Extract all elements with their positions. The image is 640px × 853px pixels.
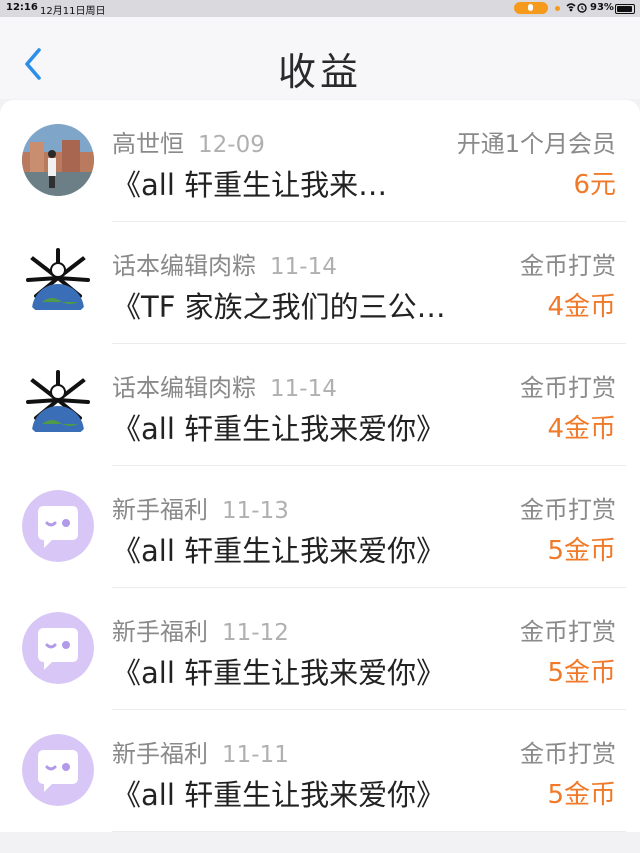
record-date: 11-13 [222,498,289,524]
book-title[interactable]: 《TF 家族之我们的三公… [112,284,472,326]
status-time: 12:16 [6,2,38,13]
sender-name: 话本编辑肉粽 [112,374,256,402]
battery-icon [615,4,635,14]
recording-dot-icon [555,6,560,11]
book-title[interactable]: 《all 轩重生让我来爱你》 [112,772,472,814]
earning-type: 金币打赏 [520,740,616,768]
sender-line: 新手福利 11-12 [112,612,289,647]
record-date: 11-14 [270,254,337,280]
earning-amount: 4金币 [547,414,616,444]
navigation-bar: 收益 [0,17,640,99]
mic-icon [514,2,548,14]
earning-type: 金币打赏 [520,252,616,280]
earning-amount: 6元 [573,170,616,200]
photo-avatar[interactable] [22,124,94,196]
record-date: 11-11 [222,742,289,768]
sender-line: 新手福利 11-11 [112,734,289,769]
record-date: 11-12 [222,620,289,646]
earning-type: 金币打赏 [520,374,616,402]
book-title[interactable]: 《all 轩重生让我来… [112,162,472,204]
earnings-row[interactable]: 高世恒 12-09 开通1个月会员《all 轩重生让我来… 6元 [0,100,640,222]
chat-bubble-avatar[interactable] [22,612,94,684]
bottom-spacer [0,832,640,853]
page-title: 收益 [277,50,362,94]
sender-line: 新手福利 11-13 [112,490,289,525]
book-title[interactable]: 《all 轩重生让我来爱你》 [112,406,472,448]
earning-type: 金币打赏 [520,618,616,646]
earnings-row[interactable]: 话本编辑肉粽 11-14 金币打赏《TF 家族之我们的三公… 4金币 [0,222,640,344]
earnings-row[interactable]: 新手福利 11-11 金币打赏《all 轩重生让我来爱你》 5金币 [0,710,640,832]
sender-name: 新手福利 [112,496,208,524]
sender-name: 话本编辑肉粽 [112,252,256,280]
earnings-list: 高世恒 12-09 开通1个月会员《all 轩重生让我来… 6元话本编辑肉粽 11-14… [0,100,640,832]
earnings-row[interactable]: 新手福利 11-13 金币打赏《all 轩重生让我来爱你》 5金币 [0,466,640,588]
chat-bubble-avatar[interactable] [22,490,94,562]
record-date: 11-14 [270,376,337,402]
record-date: 12-09 [198,132,265,158]
sender-line: 高世恒 12-09 [112,124,265,159]
wifi-icon [565,1,587,18]
battery-percent: 93% [590,2,614,13]
book-title[interactable]: 《all 轩重生让我来爱你》 [112,650,472,692]
status-bar: 12:16 12月11日周日 93% [0,0,640,17]
earning-amount: 4金币 [547,292,616,322]
book-title[interactable]: 《all 轩重生让我来爱你》 [112,528,472,570]
earth-avatar[interactable] [22,368,94,440]
earth-avatar[interactable] [22,246,94,318]
sender-name: 高世恒 [112,130,184,158]
battery-level [617,6,632,12]
chat-bubble-avatar[interactable] [22,734,94,806]
earning-amount: 5金币 [547,658,616,688]
earning-type: 开通1个月会员 [456,130,616,158]
earning-amount: 5金币 [547,536,616,566]
sender-line: 话本编辑肉粽 11-14 [112,246,337,281]
sender-name: 新手福利 [112,618,208,646]
status-date: 12月11日周日 [40,6,106,17]
sender-line: 话本编辑肉粽 11-14 [112,368,337,403]
earnings-row[interactable]: 新手福利 11-12 金币打赏《all 轩重生让我来爱你》 5金币 [0,588,640,710]
sender-name: 新手福利 [112,740,208,768]
earning-type: 金币打赏 [520,496,616,524]
earning-amount: 5金币 [547,780,616,810]
earnings-row[interactable]: 话本编辑肉粽 11-14 金币打赏《all 轩重生让我来爱你》 4金币 [0,344,640,466]
